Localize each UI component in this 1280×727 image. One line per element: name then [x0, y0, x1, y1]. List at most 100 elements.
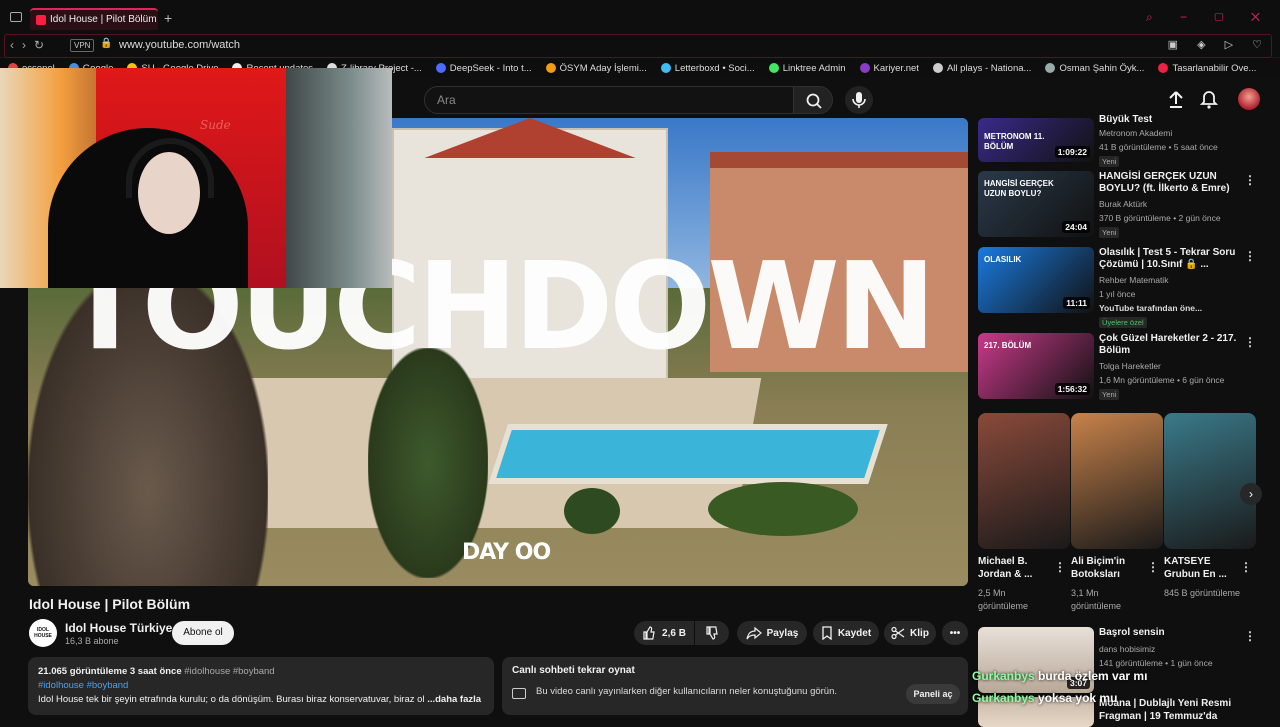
- bookmark-item[interactable]: Tasarlanabilir Ove...: [1158, 63, 1256, 74]
- channel-name[interactable]: Rehber Matematik: [1099, 275, 1168, 285]
- browser-tab-bar: [0, 0, 1280, 34]
- save-label: Kaydet: [837, 627, 872, 639]
- share-button[interactable]: Paylaş: [737, 621, 807, 645]
- mic-icon: [852, 92, 866, 108]
- webcam-sign: Sude: [200, 118, 231, 132]
- channel-name[interactable]: dans hobisimiz: [1099, 644, 1155, 654]
- voice-search-button[interactable]: [845, 86, 873, 114]
- save-button[interactable]: Kaydet: [813, 621, 879, 645]
- short-title[interactable]: Ali Biçim'in Botoksları: [1071, 555, 1141, 581]
- thumbnail-text: 217. BÖLÜM: [984, 341, 1032, 350]
- thumbnail-text: METRONOM 11. BÖLÜM: [984, 132, 1045, 151]
- notifications-button[interactable]: [1199, 90, 1219, 115]
- new-tab-button[interactable]: +: [164, 10, 172, 26]
- dislike-button[interactable]: [695, 621, 729, 645]
- more-options-icon[interactable]: ⋮: [1244, 335, 1256, 349]
- more-options-icon[interactable]: ⋮: [1244, 173, 1256, 187]
- video-duration: 24:04: [1062, 221, 1090, 233]
- bookmark-item[interactable]: ÖSYM Aday İşlemi...: [545, 63, 647, 74]
- bookmark-item[interactable]: Osman Şahin Öyk...: [1045, 63, 1144, 74]
- bookmark-item[interactable]: All plays - Nationa...: [932, 63, 1031, 74]
- window-controls[interactable]: ⌕ − ▢ ✕: [1146, 10, 1272, 25]
- bookmark-item[interactable]: Letterboxd • Soci...: [660, 63, 755, 74]
- hashtags[interactable]: #idolhouse #boyband: [38, 679, 484, 693]
- browser-tab[interactable]: Idol House | Pilot Bölüm - Y: [30, 8, 158, 30]
- shorts-next-button[interactable]: ›: [1240, 483, 1262, 505]
- bookmark-label: Osman Şahin Öyk...: [1059, 62, 1145, 74]
- thumbs-up-icon: [643, 626, 655, 640]
- more-options-icon[interactable]: ⋮: [1054, 560, 1066, 574]
- short-title[interactable]: KATSEYE Grubun En ...: [1164, 555, 1234, 581]
- short-thumbnail[interactable]: [1071, 413, 1163, 549]
- lock-icon[interactable]: 🔒: [100, 38, 112, 49]
- search-button[interactable]: [793, 86, 833, 114]
- recommended-video[interactable]: OLASILIK 11:11 Olasılık | Test 5 - Tekrar …: [978, 247, 1268, 328]
- video-thumbnail[interactable]: METRONOM 11. BÖLÜM 1:09:22: [978, 118, 1094, 162]
- video-title[interactable]: Olasılık | Test 5 - Tekrar Soru Çözümü |…: [1099, 247, 1249, 271]
- account-avatar[interactable]: [1238, 88, 1260, 110]
- video-frame-bush: [564, 488, 620, 534]
- recommended-video[interactable]: HANGİSİ GERÇEK UZUN BOYLU? 24:04 HANGİSİ G…: [978, 171, 1268, 251]
- short-views: 845 B görüntüleme: [1164, 588, 1241, 598]
- chat-username: Gurkanbys: [972, 691, 1035, 705]
- chat-overlay-message: Gurkanbys burda özlem var mı: [972, 669, 1147, 683]
- tab-menu-icon[interactable]: [10, 12, 22, 22]
- video-badge: Yeni: [1099, 227, 1120, 238]
- address-bar-icons[interactable]: ▣ ◈ ▷ ♡: [1168, 38, 1270, 51]
- bookmark-item[interactable]: DeepSeek - Into t...: [435, 62, 532, 74]
- search-input[interactable]: Ara: [424, 86, 794, 114]
- recommended-video[interactable]: 217. BÖLÜM 1:56:32 Çok Güzel Hareketler 2 …: [978, 333, 1268, 413]
- short-title[interactable]: Michael B. Jordan & ...: [978, 555, 1048, 581]
- more-options-icon[interactable]: ⋮: [1244, 249, 1256, 263]
- more-options-icon[interactable]: ⋮: [1147, 560, 1159, 574]
- chat-icon: [512, 688, 526, 699]
- vpn-badge[interactable]: VPN: [70, 39, 95, 52]
- show-more-link[interactable]: ...daha fazla: [427, 694, 481, 705]
- video-title[interactable]: Çok Güzel Hareketler 2 - 217. Bölüm: [1099, 333, 1249, 357]
- video-title[interactable]: Büyük Test: [1099, 114, 1249, 126]
- view-count-date: 21.065 görüntüleme 3 saat önce: [38, 666, 182, 677]
- subscribe-button[interactable]: Abone ol: [172, 621, 234, 645]
- bookmark-label: DeepSeek - Into t...: [449, 62, 532, 74]
- chat-text: burda özlem var mı: [1038, 669, 1148, 683]
- nav-buttons[interactable]: ‹›↻: [10, 38, 52, 52]
- bookmark-favicon-icon: [1158, 63, 1169, 73]
- channel-name[interactable]: Metronom Akademi: [1099, 128, 1172, 138]
- video-badge: Yeni: [1099, 389, 1120, 400]
- thumbnail-text: HANGİSİ GERÇEK UZUN BOYLU?: [984, 179, 1054, 198]
- url-text[interactable]: www.youtube.com/watch: [119, 39, 240, 51]
- subscriber-count: 16,3 B abone: [65, 636, 119, 646]
- video-title-line2[interactable]: Fragman | 19 Temmuz'da: [1099, 711, 1217, 722]
- video-thumbnail[interactable]: HANGİSİ GERÇEK UZUN BOYLU? 24:04: [978, 171, 1094, 237]
- channel-avatar[interactable]: IDOL HOUSE: [29, 619, 57, 647]
- upload-button[interactable]: [1167, 90, 1185, 115]
- short-thumbnail[interactable]: [978, 413, 1070, 549]
- short-thumbnail[interactable]: [1164, 413, 1256, 549]
- open-panel-button[interactable]: Paneli aç: [906, 684, 960, 704]
- video-thumbnail[interactable]: 217. BÖLÜM 1:56:32: [978, 333, 1094, 399]
- channel-name[interactable]: Idol House Türkiye: [65, 621, 172, 635]
- video-title[interactable]: Başrol sensin: [1099, 627, 1249, 639]
- like-count: 2,6 B: [662, 627, 686, 639]
- more-options-icon[interactable]: ⋮: [1240, 560, 1252, 574]
- more-options-icon[interactable]: ⋮: [1244, 629, 1256, 643]
- live-chat-title: Canlı sohbeti tekrar oynat: [512, 665, 635, 676]
- channel-name[interactable]: Burak Aktürk: [1099, 199, 1147, 209]
- video-thumbnail[interactable]: OLASILIK 11:11: [978, 247, 1094, 313]
- bookmark-item[interactable]: Kariyer.net: [859, 63, 919, 74]
- bookmark-favicon-icon: [1045, 63, 1056, 73]
- youtube-favicon-icon: [36, 15, 46, 25]
- video-meta: 141 görüntüleme • 1 gün önce: [1099, 658, 1213, 668]
- bookmark-item[interactable]: Linktree Admin: [768, 63, 846, 74]
- clip-button[interactable]: Klip: [884, 621, 936, 645]
- more-actions-button[interactable]: •••: [942, 621, 968, 645]
- thumbnail-text: OLASILIK: [984, 255, 1022, 264]
- video-thumbnail[interactable]: 3:07: [978, 627, 1094, 693]
- description-box[interactable]: 21.065 görüntüleme 3 saat önce #idolhous…: [28, 657, 494, 715]
- like-button[interactable]: 2,6 B: [634, 621, 694, 645]
- video-title[interactable]: Moana | Dublajlı Yeni Resmi: [1099, 698, 1231, 709]
- search-icon: [806, 93, 822, 109]
- video-frame-pool: [488, 424, 888, 484]
- channel-name[interactable]: Tolga Hareketler: [1099, 361, 1161, 371]
- video-title[interactable]: HANGİSİ GERÇEK UZUN BOYLU? (ft. İlkerto …: [1099, 171, 1249, 195]
